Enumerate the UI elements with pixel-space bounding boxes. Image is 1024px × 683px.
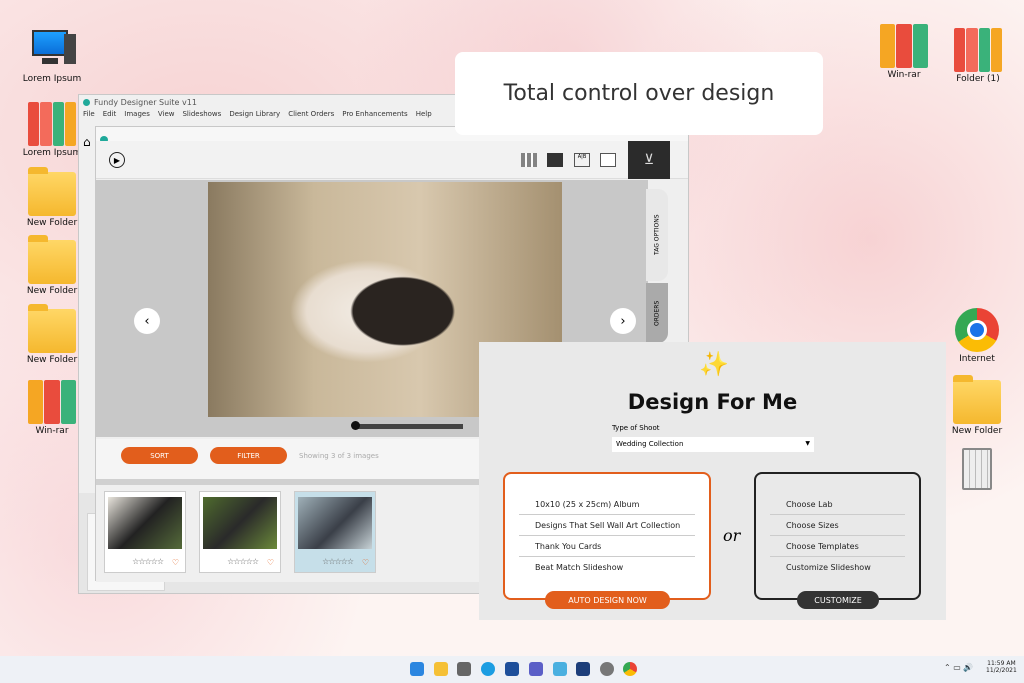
tray-icons[interactable]: ⌃ ▭ 🔊 <box>944 663 973 672</box>
computer-icon <box>28 28 76 72</box>
heart-icon[interactable]: ♡ <box>362 558 369 567</box>
binders-icon <box>28 102 76 146</box>
filmstrip-view-icon[interactable] <box>547 153 563 167</box>
customize-button[interactable]: CUSTOMIZE <box>797 591 879 609</box>
winrar-icon <box>880 24 928 68</box>
desktop-icon-new-folder[interactable]: New Folder <box>937 375 1017 436</box>
dropdown-arrow-icon: ▼ <box>805 440 810 447</box>
export-button[interactable]: ⊻ <box>628 141 670 179</box>
desktop-icon-internet[interactable]: Internet <box>937 308 1017 364</box>
customize-item: Choose Sizes <box>770 515 905 536</box>
fundy-app-icon[interactable] <box>576 662 590 676</box>
auto-item: 10x10 (25 x 25cm) Album <box>519 494 695 515</box>
single-view-icon[interactable] <box>600 153 616 167</box>
folder-icon <box>953 375 1001 424</box>
menu-client-orders[interactable]: Client Orders <box>288 110 334 118</box>
customize-item: Choose Lab <box>770 494 905 515</box>
camera-icon[interactable] <box>457 662 471 676</box>
image-count: Showing 3 of 3 images <box>299 452 379 460</box>
desktop-icon-folder-1[interactable]: Folder (1) <box>938 28 1018 84</box>
file-explorer-icon[interactable] <box>434 662 448 676</box>
desktop-icon-recycle-bin[interactable] <box>937 448 1017 494</box>
menu-file[interactable]: File <box>83 110 95 118</box>
menu-edit[interactable]: Edit <box>103 110 117 118</box>
customize-panel: Choose Lab Choose Sizes Choose Templates… <box>754 472 921 600</box>
recycle-bin-icon <box>953 448 1001 492</box>
taskbar: ⌃ ▭ 🔊 11:59 AM 11/2/2021 <box>0 656 1024 683</box>
edge-icon[interactable] <box>481 662 495 676</box>
folder-icon <box>28 304 76 353</box>
photos-icon[interactable] <box>553 662 567 676</box>
headline-banner: Total control over design <box>455 52 823 135</box>
menu-design-library[interactable]: Design Library <box>229 110 280 118</box>
menu-images[interactable]: Images <box>124 110 150 118</box>
play-button[interactable]: ▶ <box>109 152 125 168</box>
filter-button[interactable]: FILTER <box>210 447 287 464</box>
window-title: Fundy Designer Suite v11 <box>94 97 197 107</box>
desktop-icon-winrar[interactable]: Win-rar <box>864 24 944 80</box>
import-icon[interactable]: ⌂ <box>83 135 91 149</box>
thumbnail[interactable]: ☆☆☆☆☆ ♡ <box>104 491 186 573</box>
start-icon[interactable] <box>410 662 424 676</box>
previous-image-button[interactable]: ‹ <box>134 308 160 334</box>
design-for-me-dialog: ✨ Design For Me Type of Shoot Wedding Co… <box>479 342 946 620</box>
thumbnail-selected[interactable]: ☆☆☆☆☆ ♡ <box>294 491 376 573</box>
app-logo-icon <box>83 98 90 106</box>
auto-design-now-button[interactable]: AUTO DESIGN NOW <box>545 591 670 609</box>
compare-view-icon[interactable]: A|B <box>574 153 590 167</box>
customize-item: Choose Templates <box>770 536 905 557</box>
menu-view[interactable]: View <box>158 110 175 118</box>
viewer-toolbar: ▶ A|B ⊻ <box>96 141 688 179</box>
clock[interactable]: 11:59 AM 11/2/2021 <box>986 660 1017 674</box>
menu-slideshows[interactable]: Slideshows <box>182 110 221 118</box>
binders-icon <box>954 28 1002 72</box>
folder-icon <box>28 167 76 216</box>
auto-item: Designs That Sell Wall Art Collection <box>519 515 695 536</box>
next-image-button[interactable]: › <box>610 308 636 334</box>
heart-icon[interactable]: ♡ <box>267 558 274 567</box>
type-of-shoot-label: Type of Shoot <box>612 424 660 432</box>
folder-icon <box>28 235 76 284</box>
auto-item: Beat Match Slideshow <box>535 563 624 572</box>
customize-item: Customize Slideshow <box>786 563 871 572</box>
side-tab-tag-options[interactable]: TAG OPTIONS <box>646 189 668 281</box>
auto-item: Thank You Cards <box>519 536 695 557</box>
magic-wand-icon: ✨ <box>699 350 729 378</box>
menu-pro-enhancements[interactable]: Pro Enhancements <box>342 110 407 118</box>
thumbnail[interactable]: ☆☆☆☆☆ ♡ <box>199 491 281 573</box>
chrome-icon <box>953 308 1001 352</box>
auto-design-panel: 10x10 (25 x 25cm) Album Designs That Sel… <box>503 472 711 600</box>
store-icon[interactable] <box>505 662 519 676</box>
winrar-icon <box>28 380 76 424</box>
or-divider: or <box>723 526 741 545</box>
heart-icon[interactable]: ♡ <box>172 558 179 567</box>
side-tab-orders[interactable]: ORDERS <box>646 283 668 343</box>
menu-help[interactable]: Help <box>416 110 432 118</box>
zoom-slider[interactable] <box>351 421 463 430</box>
settings-icon[interactable] <box>600 662 614 676</box>
sort-button[interactable]: SORT <box>121 447 198 464</box>
teams-icon[interactable] <box>529 662 543 676</box>
type-of-shoot-select[interactable]: Wedding Collection ▼ <box>612 437 814 452</box>
dialog-title: Design For Me <box>627 390 798 414</box>
desktop-icon-lorem-ipsum-computer[interactable]: Lorem Ipsum <box>12 28 92 84</box>
chrome-icon[interactable] <box>623 662 637 676</box>
grid-view-icon[interactable] <box>521 153 537 167</box>
